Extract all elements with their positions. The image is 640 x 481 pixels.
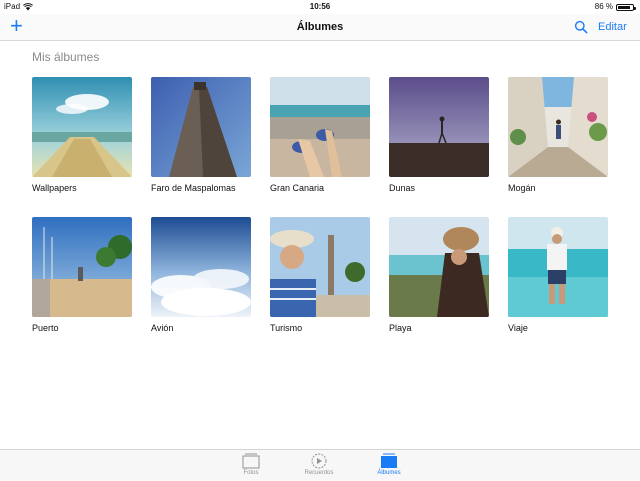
tab-albumes[interactable]: Álbumes [359,453,419,476]
album-title: Puerto [32,323,59,333]
tab-label: Fotos [243,470,259,476]
album-faro-de-maspalomas[interactable]: Faro de Maspalomas [151,77,251,193]
album-viaje[interactable]: Viaje [508,217,608,333]
navigation-bar: + Álbumes Editar [0,14,640,41]
battery-icon [616,3,636,11]
search-icon[interactable] [574,20,588,34]
album-title: Playa [389,323,412,333]
album-avion[interactable]: Avión [151,217,251,333]
battery-percent: 86 % [594,2,613,11]
album-mogan[interactable]: Mogán [508,77,608,193]
album-thumbnail [32,217,132,317]
battery-fill [618,5,630,9]
album-thumbnail [151,77,251,177]
album-thumbnail [270,217,370,317]
page-title: Álbumes [296,21,344,33]
album-thumbnail [32,77,132,177]
album-thumbnail [389,217,489,317]
album-title: Mogán [508,183,536,193]
status-bar: iPad 10:56 86 % [0,0,640,14]
tab-label: Álbumes [377,470,401,476]
tab-recuerdos[interactable]: Recuerdos [289,453,349,476]
status-time: 10:56 [309,2,331,11]
album-thumbnail [508,217,608,317]
album-thumbnail [389,77,489,177]
album-thumbnail [270,77,370,177]
album-title: Gran Canaria [270,183,325,193]
status-right: 86 % [594,0,636,14]
album-title: Dunas [389,183,416,193]
album-title: Avión [151,323,174,333]
album-title: Turismo [270,323,303,333]
album-puerto[interactable]: Puerto [32,217,132,333]
album-playa[interactable]: Playa [389,217,489,333]
album-thumbnail [151,217,251,317]
tab-fotos[interactable]: Fotos [221,453,281,476]
album-thumbnail [508,77,608,177]
album-title: Wallpapers [32,183,77,193]
tab-label: Recuerdos [304,470,334,476]
photos-icon [242,453,260,469]
album-wallpapers[interactable]: Wallpapers [32,77,132,193]
edit-button[interactable]: Editar [598,14,627,40]
memories-icon [311,453,327,469]
albums-icon [381,453,397,468]
album-dunas[interactable]: Dunas [389,77,489,193]
section-title: Mis álbumes [32,50,100,64]
album-gran-canaria[interactable]: Gran Canaria [270,77,370,193]
album-turismo[interactable]: Turismo [270,217,370,333]
album-title: Viaje [508,323,528,333]
tab-bar: Fotos Recuerdos Álbumes [0,449,640,481]
album-title: Faro de Maspalomas [151,183,236,193]
